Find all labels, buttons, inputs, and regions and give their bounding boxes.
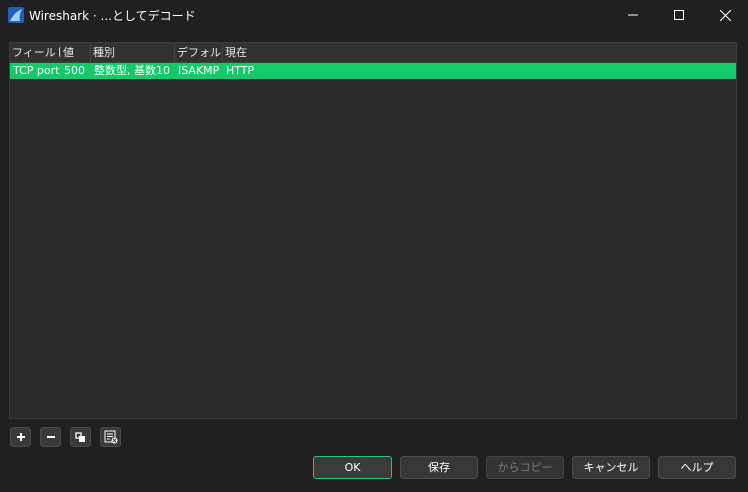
decode-as-dialog: Wireshark · ...としてデコード フィールド 値 種別 デフォルト … bbox=[0, 0, 748, 492]
maximize-button[interactable] bbox=[656, 0, 702, 30]
column-header-current[interactable]: 現在 bbox=[223, 43, 736, 62]
clear-entries-button[interactable] bbox=[100, 427, 121, 447]
ok-button[interactable]: OK bbox=[313, 456, 392, 479]
copy-from-button[interactable]: からコピー bbox=[486, 456, 564, 479]
maximize-icon bbox=[674, 10, 684, 20]
cancel-button[interactable]: キャンセル bbox=[572, 456, 650, 479]
window-title: Wireshark · ...としてデコード bbox=[29, 9, 196, 23]
cell-default[interactable]: ISAKMP bbox=[175, 63, 223, 79]
title-bar[interactable]: Wireshark · ...としてデコード bbox=[0, 0, 748, 30]
column-header-type[interactable]: 種別 bbox=[91, 43, 175, 62]
cell-current[interactable]: HTTP bbox=[223, 63, 736, 79]
remove-entry-button[interactable] bbox=[40, 427, 61, 447]
column-header-default[interactable]: デフォルト bbox=[175, 43, 223, 62]
minimize-icon bbox=[628, 14, 638, 16]
table-row[interactable]: TCP port 500 整数型, 基数10 ISAKMP HTTP bbox=[10, 63, 736, 79]
cell-field[interactable]: TCP port bbox=[10, 63, 61, 79]
wireshark-fin-icon bbox=[8, 7, 24, 23]
help-button[interactable]: ヘルプ bbox=[658, 456, 736, 479]
column-header-value[interactable]: 値 bbox=[61, 43, 91, 62]
close-icon bbox=[719, 9, 731, 21]
cell-type[interactable]: 整数型, 基数10 bbox=[91, 63, 175, 79]
minus-icon bbox=[46, 436, 55, 438]
table-header: フィールド 値 種別 デフォルト 現在 bbox=[10, 43, 736, 63]
cell-value[interactable]: 500 bbox=[61, 63, 91, 79]
copy-entry-button[interactable] bbox=[70, 427, 91, 447]
close-button[interactable] bbox=[702, 0, 748, 30]
add-entry-button[interactable] bbox=[10, 427, 31, 447]
plus-icon bbox=[16, 433, 25, 441]
clear-list-icon bbox=[104, 430, 117, 444]
decode-as-table[interactable]: フィールド 値 種別 デフォルト 現在 TCP port 500 整数型, 基数… bbox=[9, 42, 737, 419]
column-header-field[interactable]: フィールド bbox=[10, 43, 61, 62]
minimize-button[interactable] bbox=[610, 0, 656, 30]
copy-icon bbox=[75, 431, 85, 442]
save-button[interactable]: 保存 bbox=[400, 456, 478, 479]
